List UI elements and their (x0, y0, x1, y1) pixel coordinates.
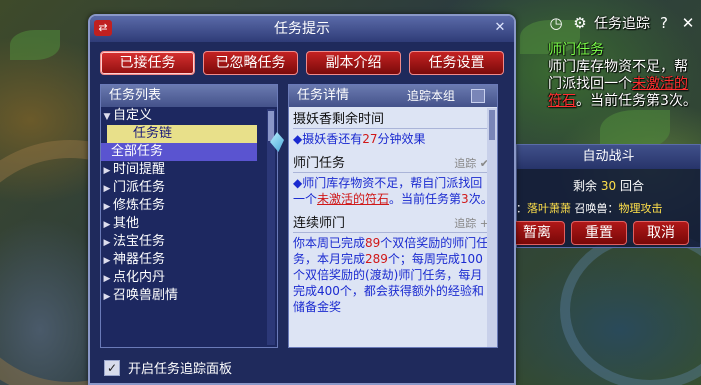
task-list-label: 任务链 (133, 126, 173, 141)
task-list-item[interactable]: ▶ 法宝任务 (101, 233, 277, 251)
task-list-item[interactable]: ▶ 时间提醒 (101, 161, 277, 179)
task-list-label: 自定义 (113, 108, 153, 123)
tab-ignored[interactable]: 已忽略任务 (203, 51, 298, 75)
swap-icon[interactable]: ⇄ (94, 20, 112, 36)
task-list-label: 点化内丹 (113, 270, 166, 285)
chevron-right-icon: ▶ (103, 184, 111, 194)
chevron-down-icon: ▼ (103, 112, 111, 122)
task-list-label: 时间提醒 (113, 162, 166, 177)
task-list-label: 神器任务 (113, 252, 166, 267)
task-list-label: 其他 (113, 216, 140, 231)
task-detail-header: 任务详情 追踪本组 (289, 85, 497, 107)
chevron-right-icon: ▶ (103, 256, 111, 266)
dialog-tabs: 已接任务 已忽略任务 副本介绍 任务设置 (100, 51, 504, 75)
detail-scrollbar[interactable] (487, 108, 497, 347)
cancel-button[interactable]: 取消 (633, 221, 689, 245)
task-list-item[interactable]: 全部任务 (101, 143, 257, 161)
task-detail-panel: 任务详情 追踪本组 摄妖香剩余时间 ◆摄妖香还有27分钟效果 师门任务 追踪 ✔… (288, 84, 498, 348)
tracker-line: 门派找回一个未激活的 (548, 76, 688, 92)
tracker-task-title: 师门任务 (548, 42, 604, 58)
gear-icon[interactable]: ⚙ (570, 13, 590, 33)
close-icon[interactable]: ✕ (492, 20, 508, 36)
leave-button[interactable]: 暂离 (509, 221, 565, 245)
scroll-thumb[interactable] (489, 110, 495, 140)
task-list-label: 全部任务 (111, 144, 164, 159)
track-toggle[interactable]: 追踪 + (454, 215, 489, 233)
close-icon[interactable]: ✕ (678, 13, 698, 33)
task-list-item[interactable]: ▶ 神器任务 (101, 251, 277, 269)
dialog-titlebar[interactable]: ⇄ 任务提示 ✕ (90, 16, 514, 42)
chevron-right-icon: ▶ (103, 166, 111, 176)
scene-decoration (560, 230, 701, 385)
task-list-panel: 任务列表 ▼ 自定义 任务链 全部任务 ▶ 时间提醒 ▶ 门派任务 ▶ 修炼任务 ▶ 其他 ▶ 法宝任务 ▶… (100, 84, 278, 348)
track-group-checkbox[interactable] (471, 89, 485, 103)
task-list: ▼ 自定义 任务链 全部任务 ▶ 时间提醒 ▶ 门派任务 ▶ 修炼任务 ▶ 其他 ▶ 法宝任务 ▶ 神器任务 ▶… (101, 107, 277, 305)
chevron-right-icon: ▶ (103, 202, 111, 212)
tracking-panel-checkbox[interactable]: ✓ (104, 359, 120, 376)
clock-icon[interactable]: ◷ (546, 13, 566, 33)
task-list-item[interactable]: ▶ 召唤兽剧情 (101, 287, 277, 305)
section-text: ◆师门库存物资不足，帮自门派找回一个未激活的符石。当前任务第3次。 (293, 176, 493, 206)
task-list-label: 召唤兽剧情 (113, 288, 179, 303)
tab-settings[interactable]: 任务设置 (409, 51, 504, 75)
tracking-panel-option[interactable]: ✓ 开启任务追踪面板 (104, 358, 232, 377)
section-title: 连续师门 追踪 + (293, 215, 493, 233)
auto-battle-panel: 自动战斗 剩余 30 回合 物：落叶萧萧 召唤兽：物理攻击 暂离 重置 取消 (505, 144, 701, 248)
task-list-item[interactable]: ▶ 其他 (101, 215, 277, 233)
help-icon[interactable]: ? (654, 13, 674, 33)
track-group-label: 追踪本组 (407, 89, 456, 103)
tracker-line: 符石。当前任务第3次。 (548, 93, 697, 109)
section-title: 摄妖香剩余时间 (293, 111, 493, 129)
task-list-header: 任务列表 (101, 85, 277, 107)
task-list-label: 修炼任务 (113, 198, 166, 213)
task-tracker-bar: ◷ ⚙ 任务追踪 ? ✕ (546, 10, 701, 36)
remaining-rounds: 剩余 30 回合 (573, 179, 644, 193)
dialog-title: 任务提示 (274, 21, 330, 37)
auto-battle-title: 自动战斗 (517, 145, 700, 169)
tracker-title: 任务追踪 (594, 16, 650, 32)
task-list-item[interactable]: ▶ 点化内丹 (101, 269, 277, 287)
track-toggle[interactable]: 追踪 ✔ (454, 155, 489, 173)
tracking-panel-label: 开启任务追踪面板 (128, 362, 233, 377)
task-list-item[interactable]: ▶ 修炼任务 (101, 197, 277, 215)
tab-accepted[interactable]: 已接任务 (100, 51, 195, 75)
task-dialog: ⇄ 任务提示 ✕ 已接任务 已忽略任务 副本介绍 任务设置 任务列表 ▼ 自定义任… (88, 14, 516, 385)
reset-button[interactable]: 重置 (571, 221, 627, 245)
chevron-right-icon: ▶ (103, 220, 111, 230)
item-link[interactable]: 未激活的符石 (317, 192, 389, 206)
battle-actions: 物：落叶萧萧 召唤兽：物理攻击 (505, 202, 663, 215)
tracker-line: 师门库存物资不足，帮 (548, 59, 688, 75)
chevron-right-icon: ▶ (103, 238, 111, 248)
scroll-thumb[interactable] (268, 111, 274, 141)
scene-leaf (10, 30, 60, 60)
chevron-right-icon: ▶ (103, 274, 111, 284)
chevron-right-icon: ▶ (103, 292, 111, 302)
task-list-item[interactable]: 任务链 (107, 125, 257, 143)
section-title: 师门任务 追踪 ✔ (293, 155, 493, 173)
task-list-label: 法宝任务 (113, 234, 166, 249)
task-list-item[interactable]: ▶ 门派任务 (101, 179, 277, 197)
section-text: 你本周已完成89个双倍奖励的师门任务，本月完成289个；每周完成100个双倍奖励… (293, 236, 489, 314)
tracker-content[interactable]: 师门任务 师门库存物资不足，帮 门派找回一个未激活的 符石。当前任务第3次。 (548, 42, 701, 110)
task-list-label: 门派任务 (113, 180, 166, 195)
section-text: ◆摄妖香还有27分钟效果 (293, 132, 426, 146)
task-list-item[interactable]: ▼ 自定义 (101, 107, 277, 125)
tab-dungeon[interactable]: 副本介绍 (306, 51, 401, 75)
